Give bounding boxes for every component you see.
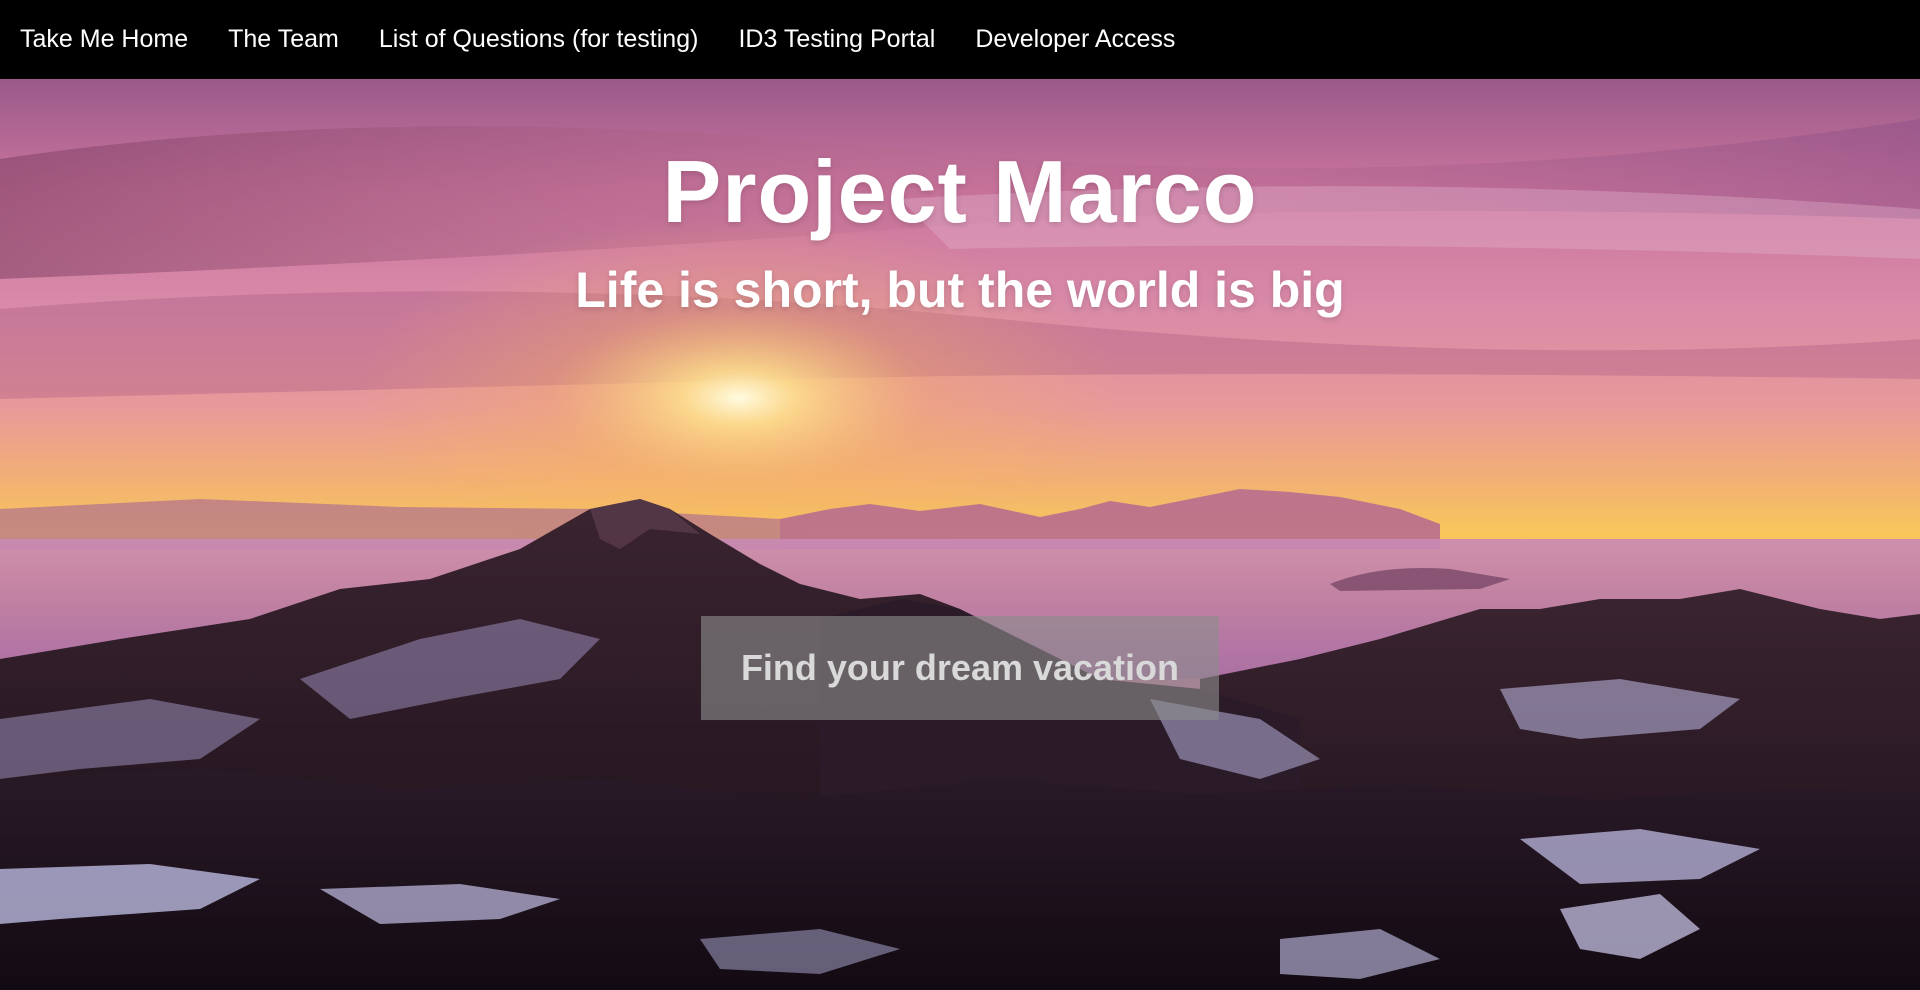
nav-link-the-team[interactable]: The Team: [228, 25, 339, 54]
hero-title: Project Marco: [662, 142, 1258, 241]
nav-link-id3-testing-portal[interactable]: ID3 Testing Portal: [738, 25, 935, 54]
find-dream-vacation-button[interactable]: Find your dream vacation: [701, 616, 1219, 720]
page: Take Me Home The Team List of Questions …: [0, 0, 1920, 990]
nav-link-take-me-home[interactable]: Take Me Home: [20, 25, 188, 54]
hero-section: Project Marco Life is short, but the wor…: [0, 79, 1920, 990]
nav-link-list-of-questions[interactable]: List of Questions (for testing): [379, 25, 699, 54]
top-navbar: Take Me Home The Team List of Questions …: [0, 0, 1920, 79]
nav-link-developer-access[interactable]: Developer Access: [975, 25, 1175, 54]
hero-subtitle: Life is short, but the world is big: [575, 262, 1345, 318]
